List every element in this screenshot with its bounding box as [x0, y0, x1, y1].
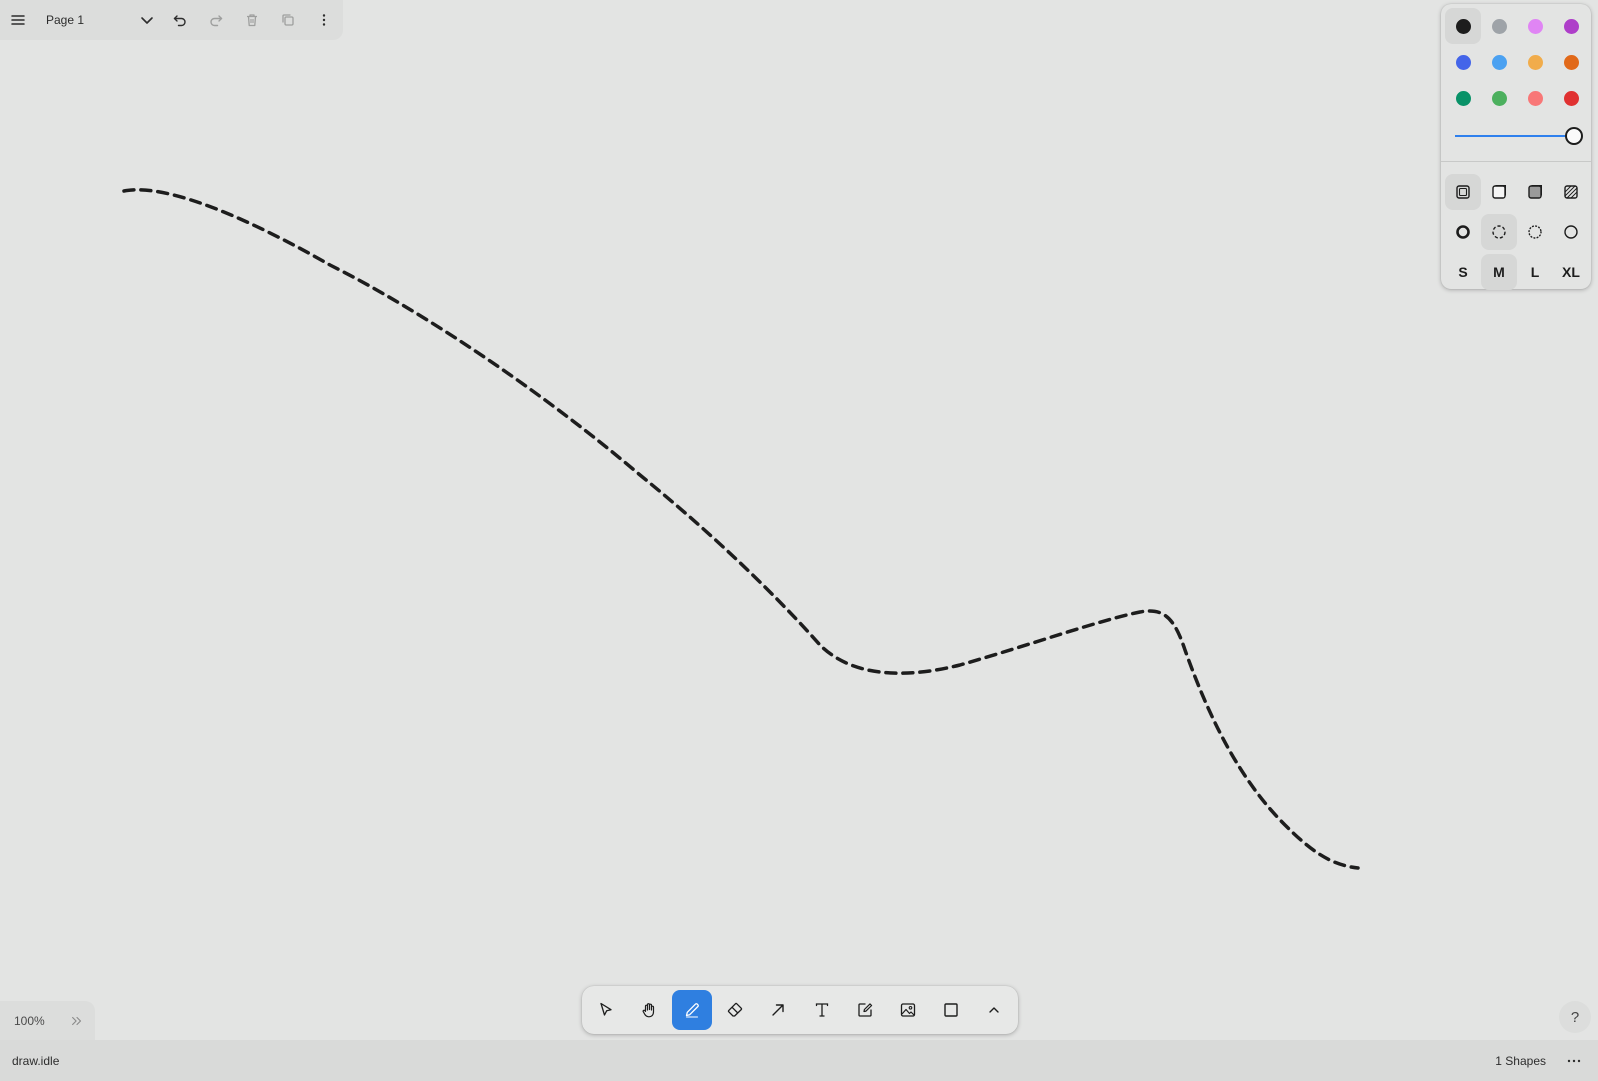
zoom-level[interactable]: 100%	[0, 1014, 62, 1028]
chevron-down-icon	[132, 12, 162, 28]
cursor-icon	[599, 1002, 612, 1016]
size-row: S M L XL	[1445, 254, 1589, 290]
draw-tool[interactable]	[672, 990, 712, 1030]
fill-semi-icon[interactable]	[1481, 174, 1517, 210]
color-dot-light-violet	[1527, 18, 1543, 34]
color-dot-violet	[1563, 18, 1579, 34]
color-swatch-red[interactable]	[1553, 80, 1589, 116]
zoom-menu: 100%	[0, 1001, 95, 1040]
eraser-tool[interactable]	[716, 990, 755, 1030]
arrow-icon	[772, 1004, 785, 1016]
arrow-tool[interactable]	[759, 990, 798, 1030]
tool-state: draw.idle	[12, 1053, 60, 1068]
color-swatch-light-green[interactable]	[1481, 80, 1517, 116]
dashed-freehand-stroke[interactable]	[122, 188, 1360, 870]
hand-tool[interactable]	[629, 990, 668, 1030]
text-icon	[815, 1003, 828, 1017]
color-dot-grey	[1491, 18, 1507, 34]
undo-icon[interactable]	[162, 0, 198, 40]
hamburger-menu-icon[interactable]	[0, 0, 36, 40]
fill-solid-icon[interactable]	[1517, 174, 1553, 210]
shape-count: 1 Shapes	[1495, 1053, 1546, 1068]
more-vertical-icon[interactable]	[306, 0, 342, 40]
color-dot-yellow	[1527, 54, 1543, 70]
dash-style-row	[1445, 214, 1589, 250]
panel-divider	[1441, 161, 1591, 162]
color-swatch-light-red[interactable]	[1517, 80, 1553, 116]
dash-dashed-icon[interactable]	[1481, 214, 1517, 250]
more-tools[interactable]	[975, 990, 1014, 1030]
style-panel: S M L XL	[1441, 4, 1591, 290]
color-swatch-violet[interactable]	[1553, 8, 1589, 44]
color-swatch-light-blue[interactable]	[1481, 44, 1517, 80]
color-swatch-light-violet[interactable]	[1517, 8, 1553, 44]
canvas-svg	[122, 188, 1360, 870]
rectangle-tool[interactable]	[932, 990, 971, 1030]
color-dot-light-red	[1527, 90, 1543, 106]
opacity-slider[interactable]	[1455, 126, 1583, 146]
page-name: Page 1	[46, 13, 85, 27]
size-m-button[interactable]: M	[1481, 254, 1517, 290]
color-swatch-black[interactable]	[1445, 8, 1481, 44]
fill-pattern-icon[interactable]	[1553, 174, 1589, 210]
color-dot-orange	[1563, 54, 1579, 70]
color-swatch-grey[interactable]	[1481, 8, 1517, 44]
size-l-button[interactable]: L	[1517, 254, 1553, 290]
page-selector[interactable]: Page 1	[36, 0, 162, 40]
color-dot-light-green	[1491, 90, 1507, 106]
tool-toolbar	[582, 986, 1018, 1034]
color-dot-red	[1563, 90, 1579, 106]
dash-solid-icon[interactable]	[1553, 214, 1589, 250]
chevron-up-icon	[989, 1007, 1000, 1013]
duplicate-icon[interactable]	[270, 0, 306, 40]
more-horizontal-icon[interactable]	[1560, 1053, 1588, 1069]
pencil-icon	[685, 1003, 699, 1018]
color-swatch-blue[interactable]	[1445, 44, 1481, 80]
size-s-button[interactable]: S	[1445, 254, 1481, 290]
select-tool[interactable]	[586, 990, 625, 1030]
color-swatch-orange[interactable]	[1553, 44, 1589, 80]
hand-icon	[642, 1003, 654, 1018]
color-dot-light-blue	[1491, 54, 1507, 70]
color-dot-black	[1455, 18, 1471, 34]
drawing-canvas[interactable]	[0, 0, 1598, 1040]
color-dot-blue	[1455, 54, 1471, 70]
color-swatch-green[interactable]	[1445, 80, 1481, 116]
opacity-slider-thumb[interactable]	[1565, 127, 1583, 145]
dash-dotted-icon[interactable]	[1517, 214, 1553, 250]
main-menu-bar: Page 1	[0, 0, 343, 40]
redo-icon[interactable]	[198, 0, 234, 40]
rectangle-icon	[944, 1003, 958, 1017]
double-chevron-right-icon[interactable]	[62, 1014, 92, 1028]
fill-style-row	[1445, 174, 1589, 210]
image-icon	[900, 1003, 916, 1017]
help-button[interactable]: ?	[1559, 1001, 1591, 1033]
note-tool[interactable]	[845, 990, 884, 1030]
color-dot-green	[1455, 90, 1471, 106]
text-tool[interactable]	[802, 990, 841, 1030]
image-tool[interactable]	[888, 990, 927, 1030]
size-xl-button[interactable]: XL	[1553, 254, 1589, 290]
note-icon	[858, 1003, 873, 1017]
dash-draw-icon[interactable]	[1445, 214, 1481, 250]
trash-icon[interactable]	[234, 0, 270, 40]
color-swatch-yellow[interactable]	[1517, 44, 1553, 80]
opacity-slider-track	[1455, 135, 1573, 137]
status-bar: draw.idle 1 Shapes	[0, 1040, 1598, 1081]
eraser-icon	[728, 1002, 743, 1017]
color-swatch-grid	[1445, 8, 1589, 116]
fill-none-icon[interactable]	[1445, 174, 1481, 210]
